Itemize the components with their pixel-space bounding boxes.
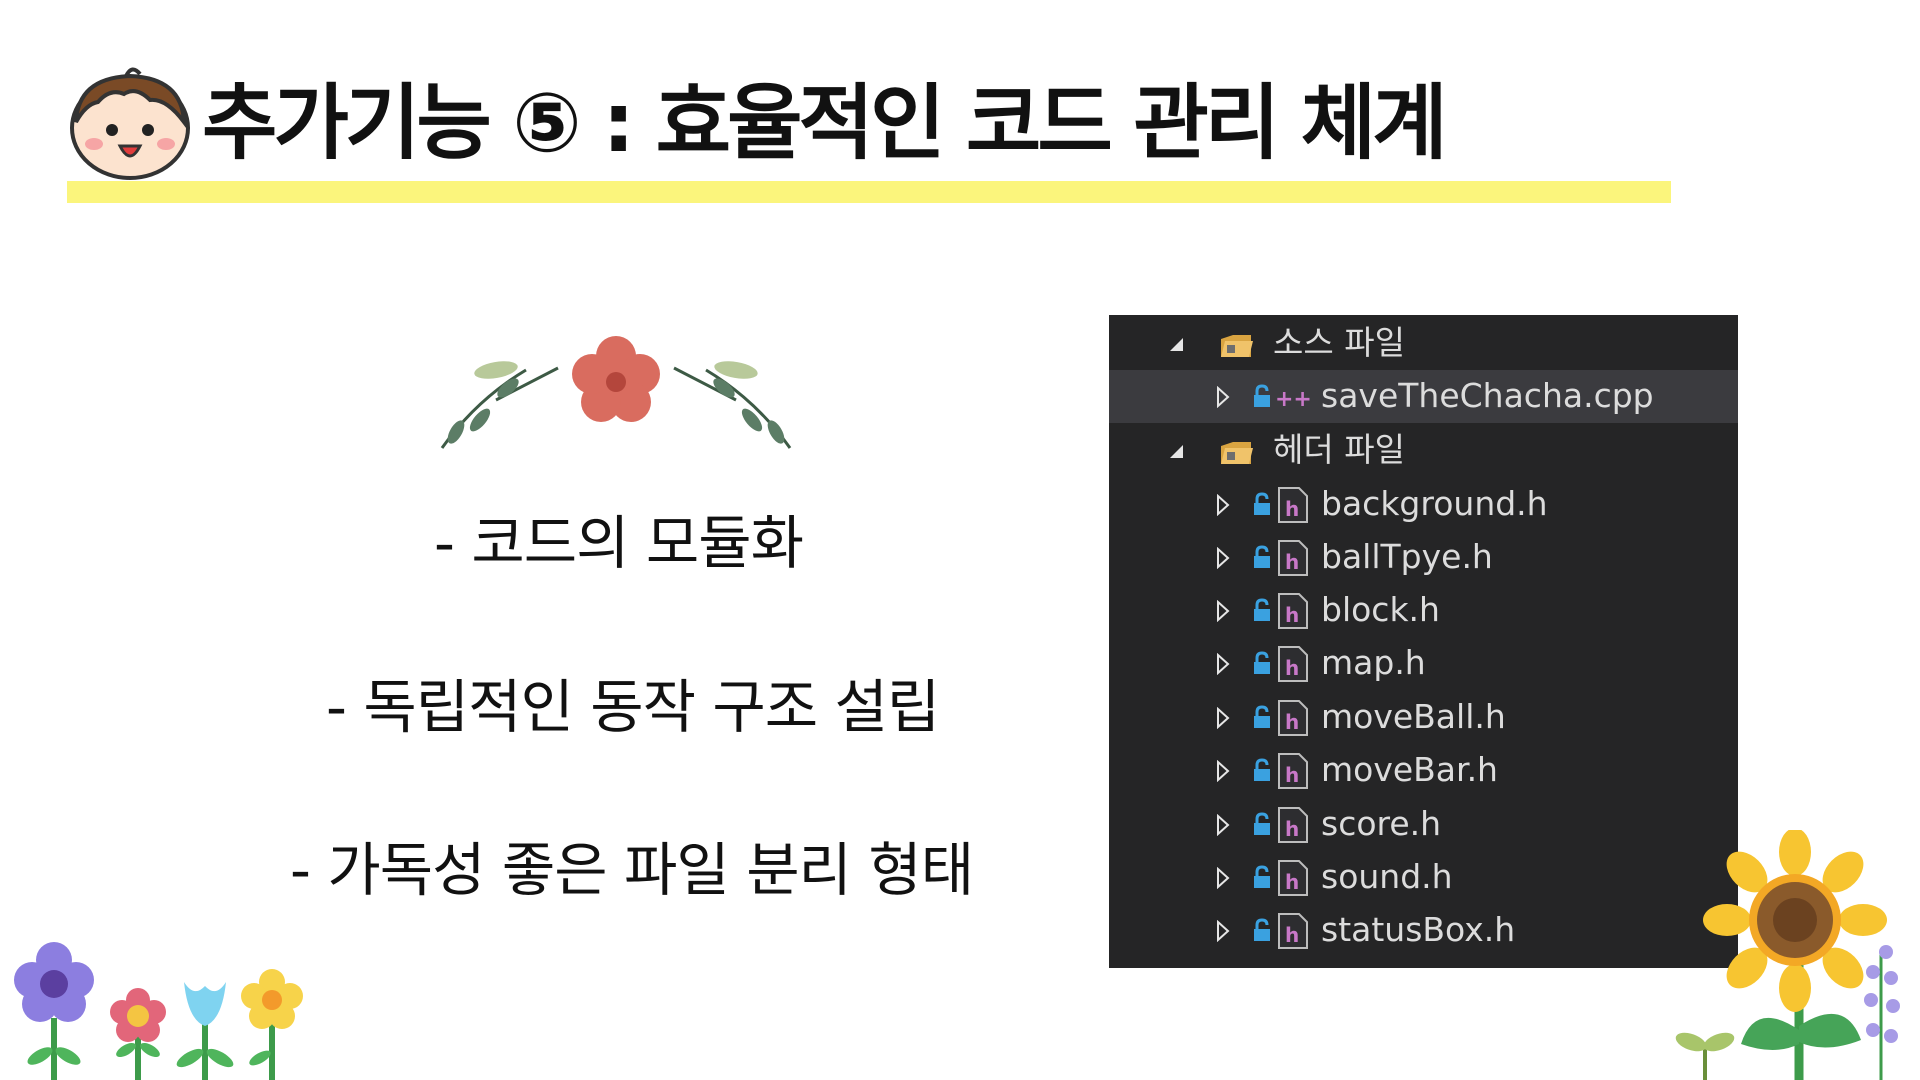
title-underline — [67, 181, 1671, 203]
file-row-moveBar-h[interactable]: h moveBar.h — [1109, 744, 1738, 797]
file-label: moveBar.h — [1321, 748, 1498, 792]
file-row-sound-h[interactable]: h sound.h — [1109, 851, 1738, 904]
collapsed-arrow-icon[interactable] — [1212, 744, 1234, 797]
file-label: ballTpye.h — [1321, 535, 1493, 579]
svg-text:h: h — [1285, 763, 1299, 787]
solution-explorer: 소스 파일 ++ saveTheChacha.cpp 헤더 파일 h back — [1109, 315, 1738, 968]
collapsed-arrow-icon[interactable] — [1212, 798, 1234, 851]
svg-text:h: h — [1285, 550, 1299, 574]
bullet-item: - 가독성 좋은 파일 분리 형태 — [290, 835, 973, 905]
lock-icon — [1251, 598, 1273, 622]
collapsed-arrow-icon[interactable] — [1212, 478, 1234, 531]
folder-label: 소스 파일 — [1273, 321, 1405, 365]
header-file-icon: h — [1275, 645, 1311, 683]
header-file-icon: h — [1275, 539, 1311, 577]
file-label: background.h — [1321, 482, 1548, 526]
lock-icon — [1251, 651, 1273, 675]
folder-label: 헤더 파일 — [1273, 428, 1405, 472]
file-row-saveTheChacha-cpp[interactable]: ++ saveTheChacha.cpp — [1109, 370, 1738, 423]
collapsed-arrow-icon[interactable] — [1212, 851, 1234, 904]
lock-icon — [1251, 545, 1273, 569]
svg-text:h: h — [1285, 817, 1299, 841]
header-file-icon: h — [1275, 912, 1311, 950]
file-label: sound.h — [1321, 855, 1453, 899]
cpp-file-icon: ++ — [1275, 380, 1311, 418]
header-file-icon: h — [1275, 752, 1311, 790]
collapsed-arrow-icon[interactable] — [1212, 531, 1234, 584]
file-row-moveBall-h[interactable]: h moveBall.h — [1109, 691, 1738, 744]
header-file-icon: h — [1275, 859, 1311, 897]
file-label: map.h — [1321, 641, 1426, 685]
lock-icon — [1251, 812, 1273, 836]
lock-icon — [1251, 384, 1273, 408]
svg-text:h: h — [1285, 603, 1299, 627]
file-row-map-h[interactable]: h map.h — [1109, 637, 1738, 690]
file-row-block-h[interactable]: h block.h — [1109, 584, 1738, 637]
slide-header: 추가기능 ⑤ : 효율적인 코드 관리 체계 — [66, 60, 1686, 180]
file-label: block.h — [1321, 588, 1440, 632]
slide-title: 추가기능 ⑤ : 효율적인 코드 관리 체계 — [202, 74, 1444, 174]
collapsed-arrow-icon[interactable] — [1212, 637, 1234, 690]
header-file-icon: h — [1275, 806, 1311, 844]
file-label: saveTheChacha.cpp — [1321, 374, 1654, 418]
lock-icon — [1251, 865, 1273, 889]
header-file-icon: h — [1275, 592, 1311, 630]
collapsed-arrow-icon[interactable] — [1212, 904, 1234, 957]
lock-icon — [1251, 705, 1273, 729]
svg-text:h: h — [1285, 497, 1299, 521]
bullet-item: - 독립적인 동작 구조 설립 — [326, 672, 939, 742]
svg-text:h: h — [1285, 710, 1299, 734]
flower-wreath-icon — [436, 330, 796, 455]
svg-text:++: ++ — [1275, 387, 1311, 412]
file-row-statusBox-h[interactable]: h statusBox.h — [1109, 904, 1738, 957]
expanded-arrow-icon[interactable] — [1165, 317, 1187, 370]
baby-face-icon — [66, 64, 194, 182]
bullet-item: - 코드의 모듈화 — [434, 508, 803, 578]
lock-icon — [1251, 758, 1273, 782]
svg-text:h: h — [1285, 870, 1299, 894]
svg-text:h: h — [1285, 656, 1299, 680]
file-row-score-h[interactable]: h score.h — [1109, 798, 1738, 851]
folder-row-header-files[interactable]: 헤더 파일 — [1109, 424, 1738, 477]
folder-icon — [1219, 432, 1255, 470]
sunflower-decoration-icon — [1665, 830, 1920, 1080]
lock-icon — [1251, 492, 1273, 516]
collapsed-arrow-icon[interactable] — [1212, 691, 1234, 744]
folder-icon — [1219, 325, 1255, 363]
folder-row-source-files[interactable]: 소스 파일 — [1109, 317, 1738, 370]
file-row-background-h[interactable]: h background.h — [1109, 478, 1738, 531]
header-file-icon: h — [1275, 486, 1311, 524]
file-label: statusBox.h — [1321, 908, 1515, 952]
file-label: score.h — [1321, 802, 1441, 846]
collapsed-arrow-icon[interactable] — [1212, 370, 1234, 423]
file-row-ballTpye-h[interactable]: h ballTpye.h — [1109, 531, 1738, 584]
file-label: moveBall.h — [1321, 695, 1506, 739]
header-file-icon: h — [1275, 699, 1311, 737]
lock-icon — [1251, 918, 1273, 942]
collapsed-arrow-icon[interactable] — [1212, 584, 1234, 637]
flowers-decoration-icon — [8, 938, 308, 1080]
svg-text:h: h — [1285, 923, 1299, 947]
expanded-arrow-icon[interactable] — [1165, 424, 1187, 477]
